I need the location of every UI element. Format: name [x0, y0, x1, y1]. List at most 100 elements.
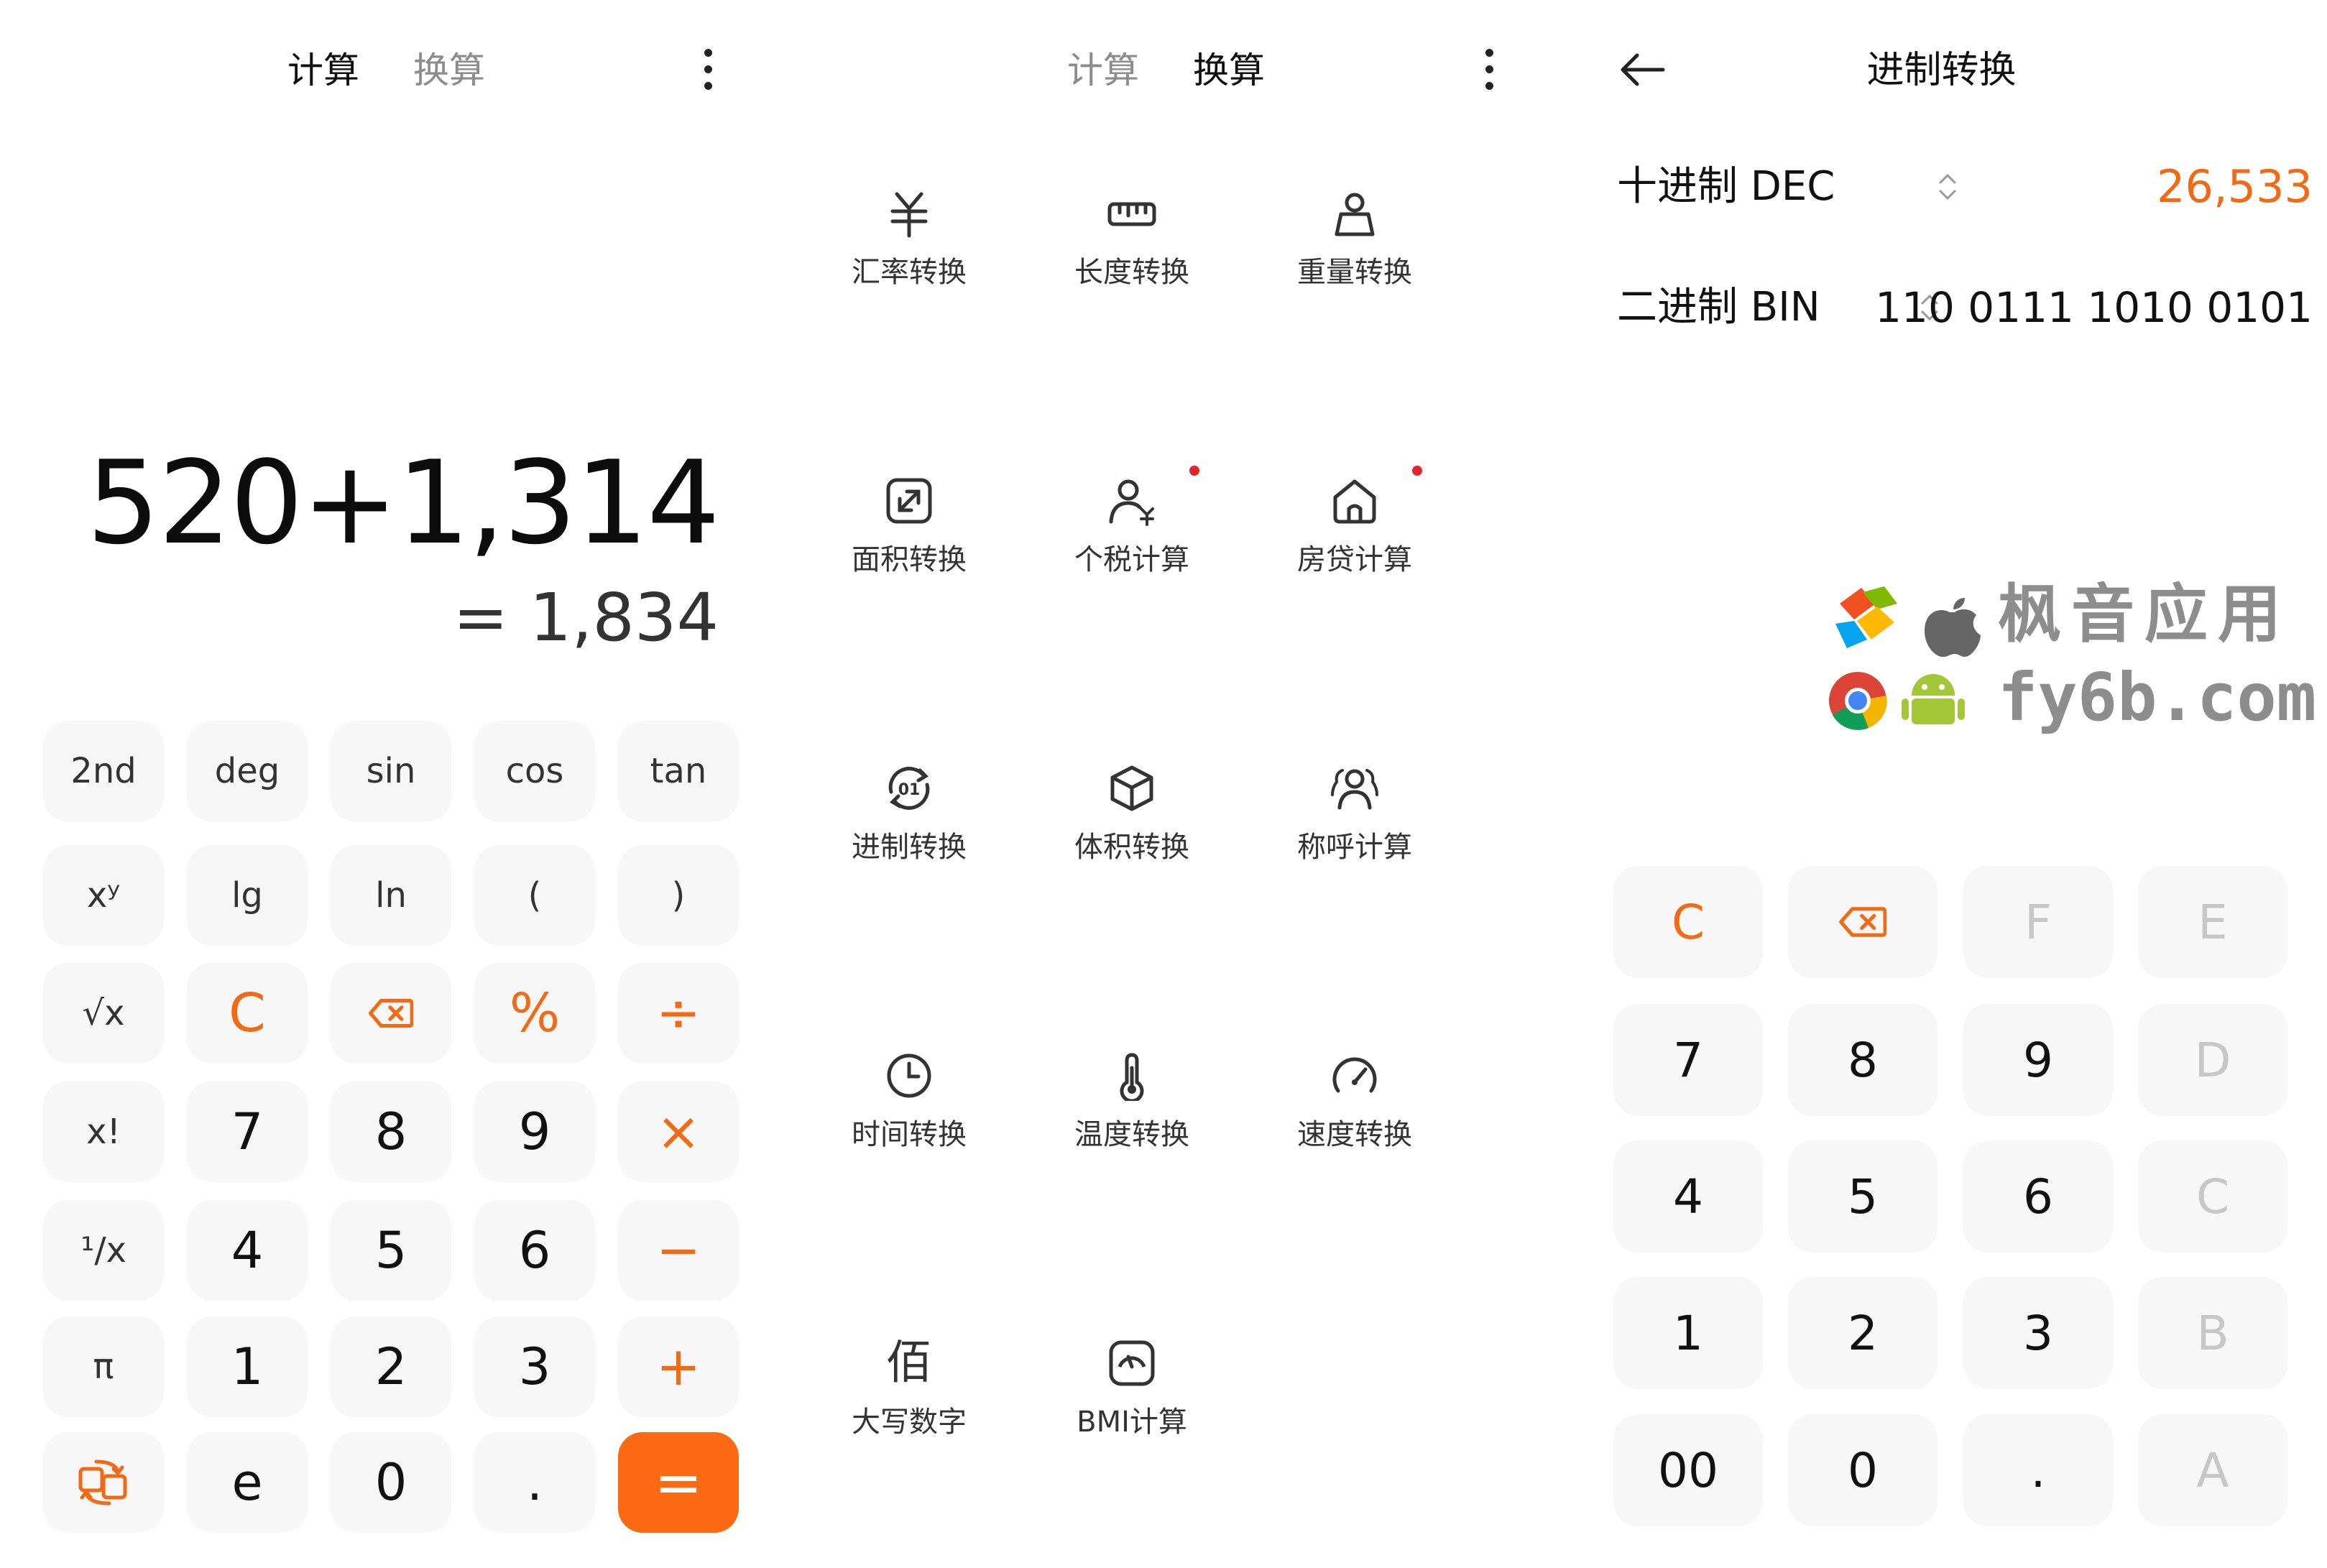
backspace-button[interactable]: [1788, 866, 1937, 978]
key-5[interactable]: 5: [1788, 1140, 1937, 1253]
key-9[interactable]: 9: [1963, 1004, 2113, 1116]
tool-label: 温度转换: [1074, 1118, 1189, 1151]
tool-yuan[interactable]: 汇率转换: [816, 188, 1003, 332]
backspace-button[interactable]: [331, 963, 451, 1064]
tool-thermometer[interactable]: 温度转换: [1038, 1051, 1225, 1194]
key-1[interactable]: 1: [1613, 1277, 1763, 1389]
key-B[interactable]: B: [2138, 1277, 2287, 1389]
tool-label: 大写数字: [852, 1406, 967, 1439]
key-3[interactable]: 3: [474, 1316, 595, 1417]
key-8[interactable]: 8: [1788, 1004, 1937, 1116]
key-equals[interactable]: =: [618, 1432, 739, 1533]
key-C[interactable]: C: [2138, 1140, 2287, 1253]
tool-label: 称呼计算: [1297, 831, 1412, 864]
speed-icon-svg: [1332, 1057, 1377, 1093]
more-menu-icon[interactable]: [704, 49, 713, 92]
tool-cube[interactable]: 体积转换: [1038, 763, 1225, 907]
key-lg[interactable]: lg: [187, 845, 308, 946]
key-op[interactable]: ÷: [618, 963, 739, 1064]
key-E[interactable]: E: [2138, 866, 2287, 978]
key-label: 3: [518, 1337, 551, 1396]
bin-row[interactable]: 二进制 BIN 110 0111 1010 0101: [1617, 272, 2313, 343]
area-icon: [884, 476, 934, 526]
key-label: tan: [650, 751, 707, 791]
tool-bai[interactable]: 佰大写数字: [816, 1338, 1003, 1482]
sort-arrows-icon[interactable]: [1937, 171, 1958, 203]
key-9[interactable]: 9: [474, 1082, 595, 1182]
key-label: F: [2024, 894, 2052, 950]
key-dot[interactable]: .: [1963, 1414, 2113, 1526]
weight-icon: [1330, 188, 1380, 239]
tool-bmi[interactable]: BMI计算: [1038, 1338, 1225, 1482]
key-x[interactable]: ¹/x: [43, 1200, 164, 1301]
tab-calculate[interactable]: 计算: [287, 42, 359, 99]
key-6[interactable]: 6: [1963, 1140, 2113, 1253]
tool-ruler[interactable]: 长度转换: [1038, 188, 1225, 332]
key-op[interactable]: ): [618, 845, 739, 946]
key-op[interactable]: ×: [618, 1082, 739, 1182]
key-5[interactable]: 5: [331, 1200, 451, 1301]
key-00[interactable]: 00: [1613, 1414, 1763, 1526]
key-3[interactable]: 3: [1963, 1277, 2113, 1389]
mode-switch-button[interactable]: [43, 1432, 164, 1533]
tool-clock[interactable]: 时间转换: [816, 1051, 1003, 1194]
tool-label: 长度转换: [1074, 256, 1189, 289]
key-x[interactable]: xʸ: [43, 845, 164, 946]
expression-display: 520+1,314: [86, 435, 720, 570]
tab-convert[interactable]: 换算: [413, 42, 485, 99]
tool-weight[interactable]: 重量转换: [1261, 188, 1448, 332]
key-op[interactable]: (: [474, 845, 595, 946]
tool-label: 体积转换: [1074, 831, 1189, 864]
tool-base[interactable]: 01 进制转换: [816, 763, 1003, 907]
more-menu-icon[interactable]: [1485, 49, 1494, 92]
key-label: 6: [2023, 1168, 2053, 1225]
tool-people[interactable]: 称呼计算: [1261, 763, 1448, 907]
key-op[interactable]: π: [43, 1316, 164, 1417]
key-6[interactable]: 6: [474, 1200, 595, 1301]
tool-label: 进制转换: [852, 831, 967, 864]
area-icon-svg: [886, 478, 932, 524]
key-D[interactable]: D: [2138, 1004, 2287, 1116]
key-2[interactable]: 2: [331, 1316, 451, 1417]
key-op[interactable]: +: [618, 1316, 739, 1417]
key-C[interactable]: C: [1613, 866, 1763, 978]
key-sin[interactable]: sin: [331, 721, 451, 821]
key-A[interactable]: A: [2138, 1414, 2287, 1526]
key-C[interactable]: C: [187, 963, 308, 1064]
key-x[interactable]: √x: [43, 963, 164, 1064]
svg-text:01: 01: [898, 781, 921, 799]
result-display: = 1,834: [453, 579, 719, 656]
key-deg[interactable]: deg: [187, 721, 308, 821]
key-0[interactable]: 0: [331, 1432, 451, 1533]
key-label: lg: [231, 875, 263, 916]
dec-row[interactable]: 十进制 DEC 26,533: [1617, 151, 2313, 223]
tab-convert[interactable]: 换算: [1193, 42, 1265, 99]
key-x[interactable]: x!: [43, 1082, 164, 1182]
key-F[interactable]: F: [1963, 866, 2113, 978]
key-cos[interactable]: cos: [474, 721, 595, 821]
tab-calculate[interactable]: 计算: [1067, 42, 1139, 99]
bmi-icon: [1107, 1338, 1157, 1388]
key-4[interactable]: 4: [1613, 1140, 1763, 1253]
key-ln[interactable]: ln: [331, 845, 451, 946]
key-1[interactable]: 1: [187, 1316, 308, 1417]
key-7[interactable]: 7: [187, 1082, 308, 1182]
key-4[interactable]: 4: [187, 1200, 308, 1301]
tool-tax[interactable]: 个税计算: [1038, 466, 1225, 619]
key-7[interactable]: 7: [1613, 1004, 1763, 1116]
tool-area[interactable]: 面积转换: [816, 476, 1003, 619]
key-tan[interactable]: tan: [618, 721, 739, 821]
tool-speed[interactable]: 速度转换: [1261, 1051, 1448, 1194]
key-e[interactable]: e: [187, 1432, 308, 1533]
key-0[interactable]: 0: [1788, 1414, 1937, 1526]
tool-house[interactable]: 房贷计算: [1261, 466, 1448, 619]
key-op[interactable]: −: [618, 1200, 739, 1301]
key-dot[interactable]: .: [474, 1432, 595, 1533]
key-2nd[interactable]: 2nd: [43, 721, 164, 821]
key-op[interactable]: %: [474, 963, 595, 1064]
key-8[interactable]: 8: [331, 1082, 451, 1182]
tool-label: 汇率转换: [852, 256, 967, 289]
new-badge-dot: [1412, 466, 1422, 476]
key-2[interactable]: 2: [1788, 1277, 1937, 1389]
key-label: 1: [1673, 1305, 1703, 1361]
